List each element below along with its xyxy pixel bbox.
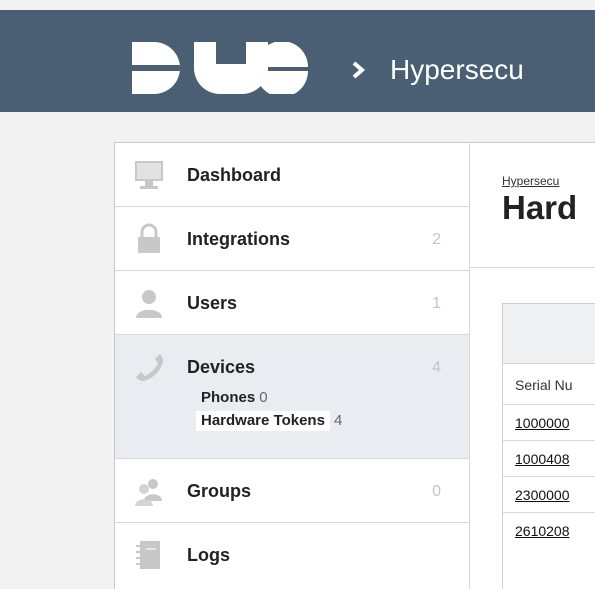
phone-handset-icon <box>136 354 164 381</box>
app-header: Hypersecu <box>0 10 595 112</box>
sidebar-item-groups[interactable]: Groups 0 <box>115 459 469 523</box>
sidebar-item-label: Dashboard <box>187 165 282 185</box>
serial-number-link[interactable]: 2610208 <box>515 523 570 539</box>
sidebar-item-count: 2 <box>432 231 441 248</box>
table-panel-header <box>503 304 595 364</box>
sidebar-subitem-phones[interactable]: Phones 0 <box>201 389 268 406</box>
breadcrumb-link[interactable]: Hypersecu <box>502 174 559 188</box>
sidebar-item-count: 0 <box>432 483 441 500</box>
sidebar-subitem-label: Hardware Tokens <box>196 411 330 431</box>
duo-logo[interactable] <box>132 42 312 94</box>
sidebar-item-label: Logs <box>187 545 230 565</box>
sidebar-subitem-count: 0 <box>259 389 268 406</box>
notebook-icon <box>136 541 160 569</box>
sidebar-item-integrations[interactable]: Integrations 2 <box>115 207 469 271</box>
main-content: Hypersecu Hard Serial Nu 1000000 1000408… <box>470 142 595 589</box>
table-row: 2610208 <box>503 512 595 548</box>
sidebar-subitem-hardware-tokens[interactable]: Hardware Tokens 4 <box>196 411 343 431</box>
group-icon <box>135 479 162 506</box>
sidebar-subitem-label: Phones <box>201 389 256 406</box>
monitor-icon <box>135 161 163 189</box>
sidebar-item-devices[interactable]: Devices 4 Phones 0 Hardware Tokens 4 <box>115 335 469 459</box>
header-org-name[interactable]: Hypersecu <box>390 54 524 86</box>
chevron-right-icon <box>352 61 366 79</box>
sidebar-item-users[interactable]: Users 1 <box>115 271 469 335</box>
table-row: 1000000 <box>503 404 595 440</box>
sidebar-item-label: Devices <box>187 357 256 377</box>
sidebar-item-count: 1 <box>432 295 441 312</box>
column-header-serial-number[interactable]: Serial Nu <box>515 377 573 393</box>
sidebar-subitem-count: 4 <box>333 412 343 429</box>
sidebar-item-label: Users <box>187 293 238 313</box>
divider <box>470 267 595 268</box>
hardware-tokens-table: Serial Nu 1000000 1000408 2300000 261020… <box>502 303 595 589</box>
top-strip <box>0 0 595 10</box>
table-row: 1000408 <box>503 440 595 476</box>
lock-icon <box>138 223 160 253</box>
serial-number-link[interactable]: 1000000 <box>515 415 570 431</box>
sidebar-item-label: Integrations <box>187 229 291 249</box>
serial-number-link[interactable]: 2300000 <box>515 487 570 503</box>
user-icon <box>136 290 162 318</box>
sidebar-item-dashboard[interactable]: Dashboard <box>115 143 469 207</box>
sidebar: Dashboard Integrations 2 Users 1 Devices… <box>114 142 470 589</box>
page-title: Hard <box>502 189 578 226</box>
sidebar-item-label: Groups <box>187 481 252 501</box>
sidebar-item-count: 4 <box>432 359 441 376</box>
table-row: 2300000 <box>503 476 595 512</box>
serial-number-link[interactable]: 1000408 <box>515 451 570 467</box>
sidebar-item-logs[interactable]: Logs <box>115 523 469 589</box>
